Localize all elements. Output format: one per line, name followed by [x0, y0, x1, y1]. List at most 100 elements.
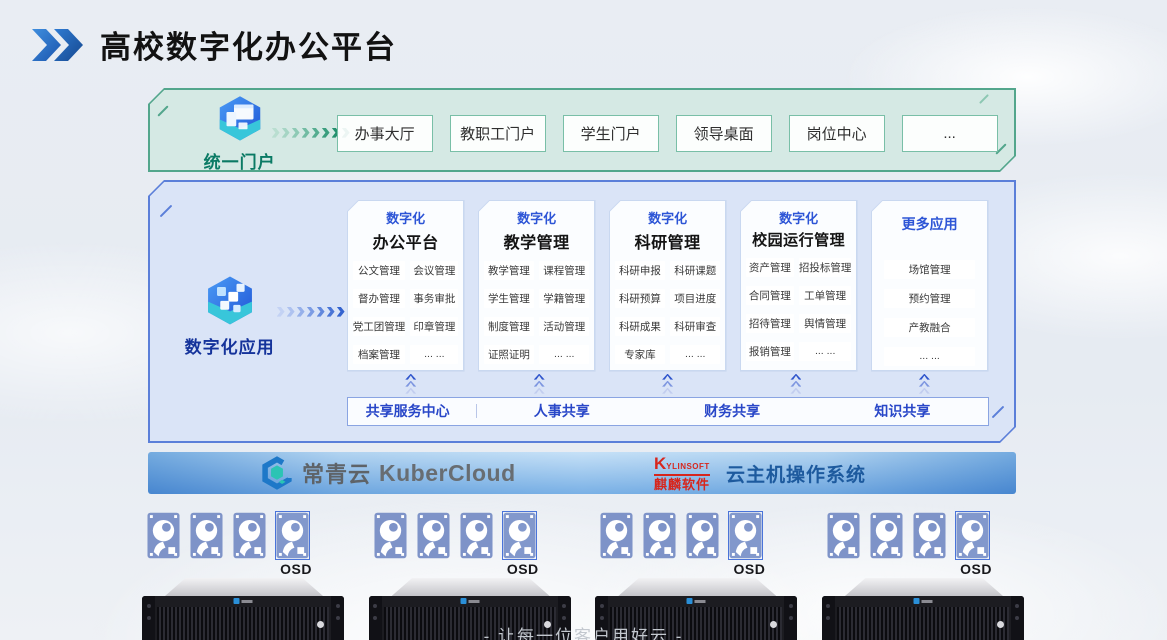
module-pill: 会议管理 [410, 261, 458, 280]
module-pill: 教学管理 [484, 261, 534, 280]
hdd-icon [147, 512, 180, 559]
module-pill: ... ... [539, 345, 589, 364]
kylin-cn-label: 麒麟软件 [654, 478, 710, 491]
module-pill: 事务审批 [410, 289, 458, 308]
osd-label: OSD [142, 561, 312, 577]
disk-row [374, 512, 536, 559]
hdd-icon [600, 512, 633, 559]
kubercloud-logo-icon [260, 456, 294, 490]
hdd-icon [827, 512, 860, 559]
cloud-platform-bar: 常青云 KuberCloud KYLINSOFT 麒麟软件 云主机操作系统 [148, 452, 1016, 494]
module-pill: 党工团管理 [353, 317, 406, 336]
card-name: 科研管理 [610, 229, 726, 253]
kylin-os-brand: KYLINSOFT 麒麟软件 云主机操作系统 [654, 455, 866, 491]
rack-brand-icon [913, 598, 932, 604]
unified-portal-box: 统一门户 办事大厅 教职工门户 学生门户 领导桌面 岗位中心 ... [148, 88, 1016, 172]
module-pill: 报销管理 [746, 342, 794, 361]
card-tag: 数字化 [610, 208, 726, 227]
page-header: 高校数字化办公平台 [30, 22, 397, 67]
card-name: 办公平台 [348, 229, 464, 253]
module-pill: 科研课题 [670, 261, 720, 280]
server-group: OSD [822, 512, 1026, 640]
hdd-icon [870, 512, 903, 559]
card-research-mgmt: 数字化 科研管理 科研申报 科研课题 科研预算 项目进度 科研成果 科研审查 专… [609, 200, 727, 372]
rack-top-face [165, 578, 323, 596]
corner-accent [157, 105, 168, 116]
brand-en-label: KuberCloud [379, 460, 516, 487]
card-teaching-mgmt: 数字化 教学管理 教学管理 课程管理 学生管理 学籍管理 制度管理 活动管理 证… [478, 200, 596, 372]
hdd-osd-icon [729, 512, 762, 559]
rack-top-face [392, 578, 550, 596]
hdd-icon [374, 512, 407, 559]
portal-button-more: ... [902, 115, 998, 152]
hdd-icon [913, 512, 946, 559]
shared-service-center-label: 共享服务中心 [348, 401, 476, 421]
portal-buttons: 办事大厅 教职工门户 学生门户 领导桌面 岗位中心 ... [337, 115, 998, 152]
server-group: OSD [142, 512, 346, 640]
module-pill: 学籍管理 [539, 289, 589, 308]
double-chevron-icon [30, 28, 84, 62]
brand-cn-label: 常青云 [302, 457, 371, 489]
corner-accent [992, 406, 1005, 419]
module-pill: ... ... [410, 345, 458, 364]
card-name: 校园运行管理 [741, 229, 857, 250]
disk-row [827, 512, 989, 559]
kylin-k-letter: K [654, 454, 666, 473]
module-pill: 产教融合 [884, 318, 976, 337]
module-pill: 预约管理 [884, 289, 976, 308]
os-label: 云主机操作系统 [726, 460, 866, 487]
portal-button-service-hall: 办事大厅 [337, 115, 433, 152]
portal-button-leader-desktop: 领导桌面 [676, 115, 772, 152]
rack-brand-icon [234, 598, 253, 604]
card-campus-ops-mgmt: 数字化 校园运行管理 资产管理 招投标管理 合同管理 工单管理 招待管理 舆情管… [740, 200, 858, 372]
module-pill: 制度管理 [484, 317, 534, 336]
kubercloud-brand: 常青云 KuberCloud [260, 456, 516, 490]
card-tag: 数字化 [741, 208, 857, 227]
portal-cube-icon [216, 94, 264, 142]
portal-label: 统一门户 [180, 148, 300, 173]
flow-chevrons-icon [277, 307, 355, 317]
rack-brand-icon [687, 598, 706, 604]
card-tag: 更多应用 [872, 214, 988, 234]
corner-accent [159, 204, 172, 217]
storage-servers-row: OSD OSD [142, 512, 1026, 640]
disk-row [600, 512, 762, 559]
module-pill: 学生管理 [484, 289, 534, 308]
module-pill: 招投标管理 [799, 258, 852, 277]
portal-button-post-center: 岗位中心 [789, 115, 885, 152]
up-arrow-icon [860, 374, 988, 394]
apps-cube-icon [204, 274, 256, 326]
module-pill: 合同管理 [746, 286, 794, 305]
module-pill: 工单管理 [799, 286, 852, 305]
card-office-platform: 数字化 办公平台 公文管理 会议管理 督办管理 事务审批 党工团管理 印章管理 … [347, 200, 465, 372]
hdd-icon [686, 512, 719, 559]
page-title: 高校数字化办公平台 [100, 22, 397, 67]
shared-services-bar: 共享服务中心 人事共享 财务共享 知识共享 [347, 397, 989, 426]
hdd-icon [643, 512, 676, 559]
module-pill: 证照证明 [484, 345, 534, 364]
card-tag: 数字化 [479, 208, 595, 227]
module-pill: 科研审查 [670, 317, 720, 336]
hdd-icon [190, 512, 223, 559]
slide-canvas: { "title": { "text": "高校数字化办公平台" }, "por… [0, 0, 1167, 640]
portal-button-staff: 教职工门户 [450, 115, 546, 152]
hdd-icon [233, 512, 266, 559]
kylin-en-label: YLINSOFT [666, 462, 710, 471]
module-pill: 资产管理 [746, 258, 794, 277]
osd-label: OSD [822, 561, 992, 577]
digital-apps-box: 数字化应用 数字化 办公平台 公文管理 会议管理 督办管理 事务审批 党工团管理… [148, 180, 1016, 443]
module-pill: 课程管理 [539, 261, 589, 280]
module-pill: 科研申报 [615, 261, 665, 280]
module-pill: 舆情管理 [799, 314, 852, 333]
osd-label: OSD [595, 561, 765, 577]
server-group: OSD [369, 512, 573, 640]
portal-button-student: 学生门户 [563, 115, 659, 152]
app-cards: 数字化 办公平台 公文管理 会议管理 督办管理 事务审批 党工团管理 印章管理 … [347, 200, 989, 372]
apps-label: 数字化应用 [170, 333, 290, 358]
apps-rail: 数字化应用 [170, 274, 290, 358]
module-pill: 招待管理 [746, 314, 794, 333]
kylinsoft-logo: KYLINSOFT 麒麟软件 [654, 455, 710, 491]
disk-row [147, 512, 309, 559]
module-pill: 科研预算 [615, 289, 665, 308]
rack-brand-icon [460, 598, 479, 604]
